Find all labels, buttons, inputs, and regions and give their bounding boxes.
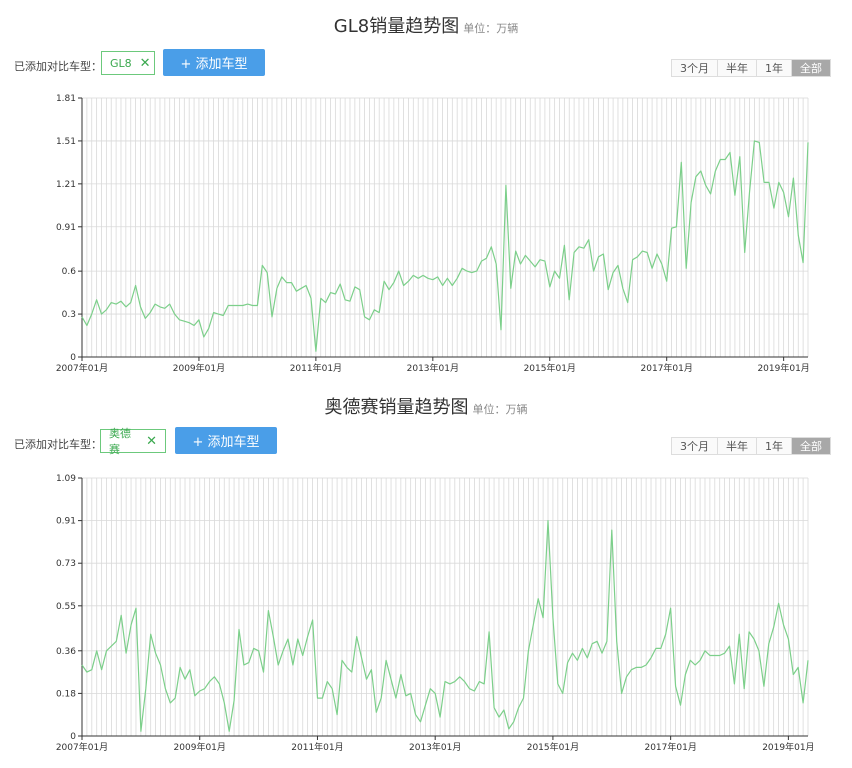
y-tick-label: 0.3: [62, 310, 76, 320]
sales-line-chart: 0 0.3 0.6 0.91 1.21 1.51 1.81 2007年01月 2009年01月 2…: [56, 94, 810, 374]
x-tick-label: 2015年01月: [527, 741, 579, 753]
chart-panel-odyssey: 奥德赛销量趋势图 单位：万辆 已添加对比车型： 奥德赛 ✕ + 添加车型 3个月 半…: [0, 380, 852, 768]
x-tick-label: 2009年01月: [174, 741, 226, 753]
x-tick-label: 2013年01月: [409, 741, 461, 753]
y-tick-label: 0.55: [56, 602, 76, 612]
y-tick-label: 0: [70, 732, 76, 742]
x-tick-label: 2017年01月: [641, 362, 693, 374]
x-tick-label: 2007年01月: [56, 362, 108, 374]
y-tick-label: 0.91: [56, 223, 76, 233]
y-tick-label: 1.09: [56, 474, 76, 484]
x-tick-label: 2013年01月: [407, 362, 459, 374]
y-tick-label: 0.91: [56, 517, 76, 527]
y-tick-label: 1.81: [56, 94, 76, 104]
x-tick-label: 2015年01月: [524, 362, 576, 374]
y-tick-label: 0: [70, 353, 76, 363]
series-line: [81, 140, 809, 352]
x-tick-label: 2011年01月: [290, 362, 342, 374]
x-tick-label: 2019年01月: [757, 362, 809, 374]
x-tick-label: 2011年01月: [291, 741, 343, 753]
x-tick-label: 2009年01月: [173, 362, 225, 374]
y-tick-label: 0.18: [56, 689, 76, 699]
x-tick-label: 2017年01月: [644, 741, 696, 753]
x-tick-label: 2007年01月: [56, 741, 108, 753]
chart-panel-gl8: GL8销量趋势图 单位：万辆 已添加对比车型： GL8 ✕ + 添加车型 3个月 半…: [0, 0, 852, 380]
x-tick-label: 2019年01月: [762, 741, 814, 753]
sales-line-chart: 0 0.18 0.36 0.55 0.73 0.91 1.09 2007年01月 2009年01…: [56, 474, 815, 753]
y-tick-label: 1.51: [56, 137, 76, 147]
y-tick-label: 0.73: [56, 559, 76, 569]
y-tick-label: 0.6: [62, 267, 77, 277]
y-tick-label: 0.36: [56, 647, 76, 657]
y-tick-label: 1.21: [56, 180, 76, 190]
